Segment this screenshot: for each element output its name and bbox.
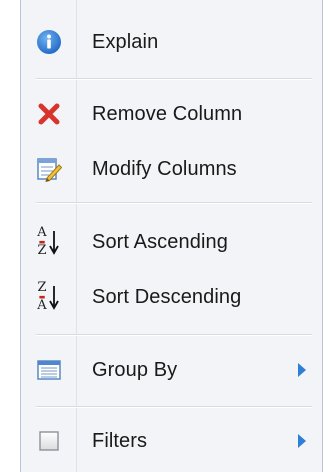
menu-item-label: Sort Ascending: [92, 230, 228, 253]
sort-descending-icon: Z ▬ A: [36, 281, 64, 312]
submenu-arrow-icon: [298, 434, 306, 448]
menu-item-modify-columns[interactable]: Modify Columns: [21, 147, 322, 191]
group-by-icon: [35, 356, 63, 384]
menu-separator: [36, 334, 312, 336]
info-icon: [35, 28, 63, 56]
menu-item-explain[interactable]: Explain: [21, 20, 322, 64]
edit-columns-icon: [35, 155, 63, 183]
sort-ascending-icon: A ▬ Z: [36, 226, 64, 257]
red-x-icon: [35, 100, 63, 128]
menu-item-label: Sort Descending: [92, 285, 242, 308]
menu-item-label: Remove Column: [92, 102, 243, 125]
menu-separator: [36, 78, 312, 80]
menu-item-remove-column[interactable]: Remove Column: [21, 92, 322, 136]
menu-item-filters[interactable]: Filters: [21, 419, 322, 463]
menu-item-label: Modify Columns: [92, 157, 237, 180]
menu-item-group-by[interactable]: Group By: [21, 348, 322, 392]
menu-item-label: Group By: [92, 358, 178, 381]
submenu-arrow-icon: [298, 363, 306, 377]
menu-item-label: Filters: [92, 429, 148, 452]
checkbox-icon: [35, 427, 63, 455]
menu-separator: [36, 406, 312, 408]
column-context-menu: Explain Remove Column Modify Columns A ▬…: [20, 0, 323, 472]
menu-separator: [36, 202, 312, 204]
menu-item-sort-ascending[interactable]: A ▬ Z Sort Ascending: [21, 220, 322, 264]
menu-item-sort-descending[interactable]: Z ▬ A Sort Descending: [21, 275, 322, 319]
menu-item-label: Explain: [92, 30, 159, 53]
